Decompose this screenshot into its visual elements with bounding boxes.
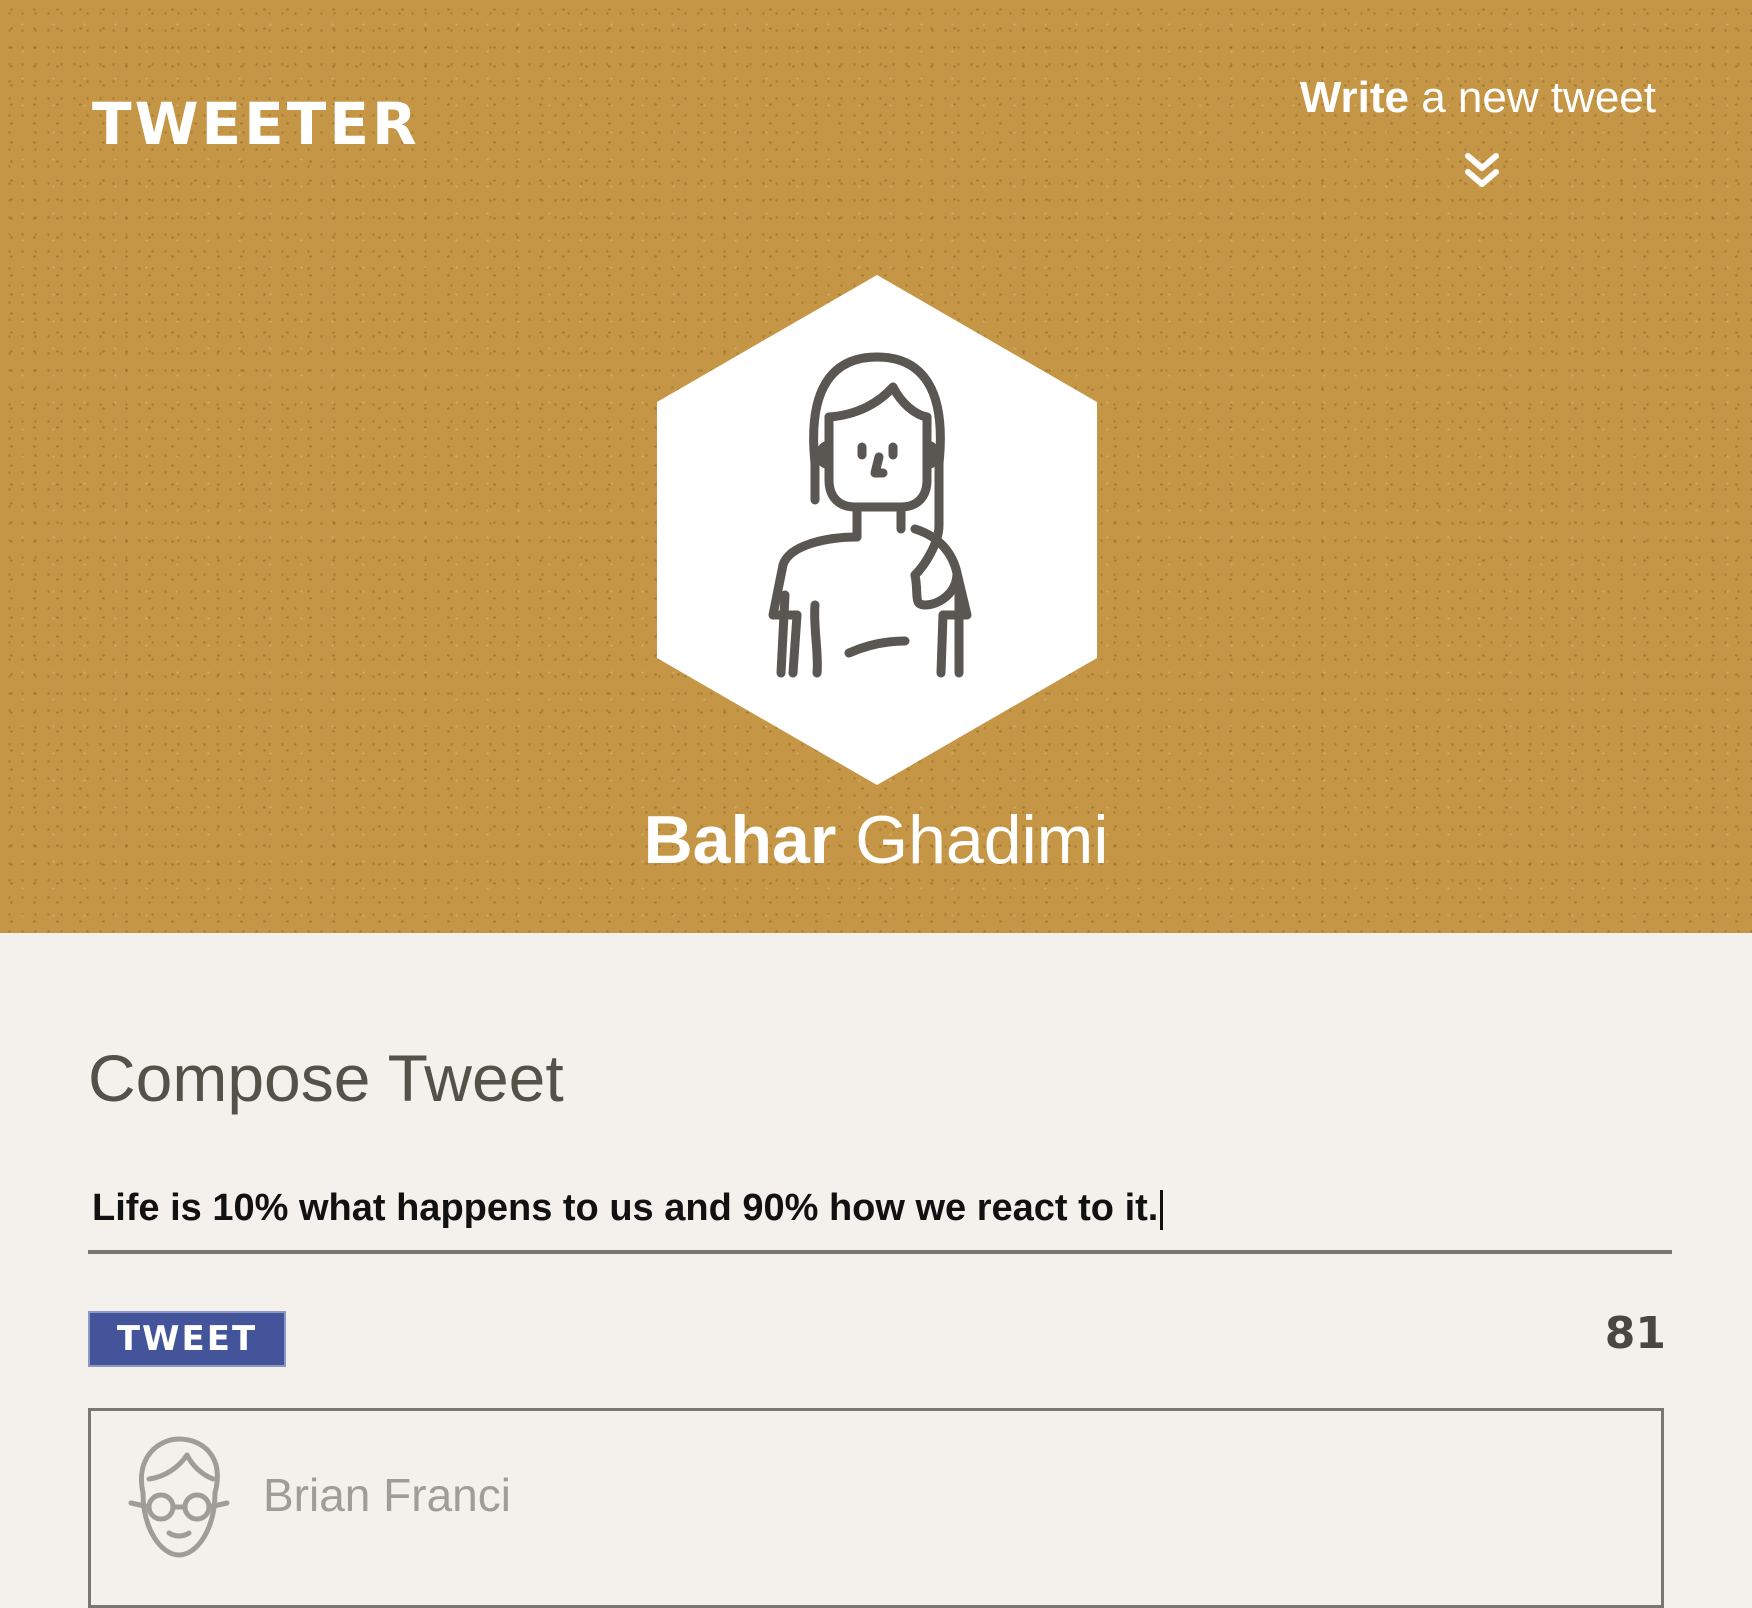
- tweet-author: Brian Franci: [263, 1469, 511, 1521]
- profile-header: TWEETER Write a new tweet Bahar Ghadimi: [0, 0, 1752, 933]
- profile-name: Bahar Ghadimi: [576, 800, 1176, 880]
- profile-first-name: Bahar: [643, 802, 837, 878]
- write-link-bold: Write: [1299, 73, 1409, 122]
- man-with-glasses-avatar-icon: [128, 1436, 230, 1558]
- compose-title: Compose Tweet: [88, 1041, 564, 1115]
- tweet-card: Brian Franci: [88, 1408, 1664, 1608]
- profile-last-name: Ghadimi: [855, 802, 1109, 878]
- app-logo[interactable]: TWEETER: [92, 88, 420, 160]
- text-caret: [1160, 1189, 1164, 1230]
- tweet-button[interactable]: TWEET: [88, 1311, 286, 1367]
- profile-avatar: [657, 275, 1097, 785]
- tweet-text: Life is 10% what happens to us and 90% h…: [92, 1187, 1159, 1229]
- tweet-textarea[interactable]: Life is 10% what happens to us and 90% h…: [88, 1180, 1672, 1254]
- double-chevron-down-icon[interactable]: [1464, 150, 1500, 192]
- character-counter: 81: [1604, 1308, 1666, 1359]
- write-new-tweet-link[interactable]: Write a new tweet: [1296, 70, 1656, 126]
- write-link-rest: a new tweet: [1408, 73, 1656, 122]
